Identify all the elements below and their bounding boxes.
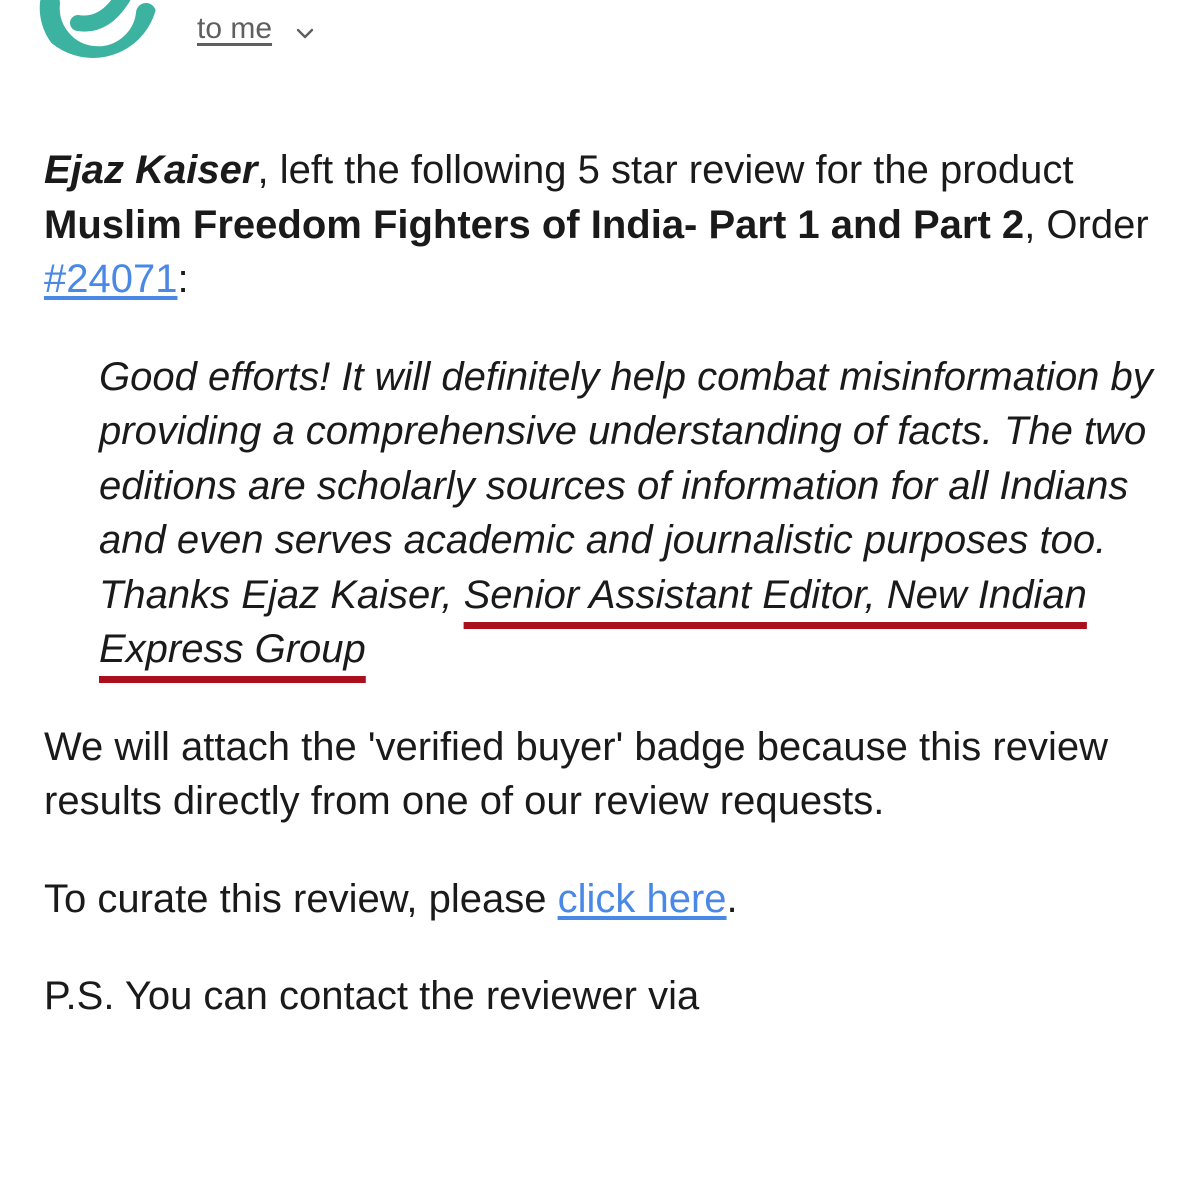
intro-text-end: : (177, 257, 189, 301)
email-body: Ejaz Kaiser, left the following 5 star r… (44, 143, 1164, 1024)
recipient-details-toggle[interactable]: to me (197, 10, 314, 48)
review-quote: Good efforts! It will definitely help co… (44, 350, 1174, 677)
curate-paragraph: To curate this review, please click here… (44, 872, 1164, 927)
intro-text: , left the following 5 star review for t… (257, 148, 1074, 192)
order-link[interactable]: #24071 (44, 257, 177, 301)
curate-end: . (726, 876, 738, 921)
curate-text: To curate this review, please (44, 876, 558, 921)
verified-buyer-note: We will attach the 'verified buyer' badg… (44, 724, 1108, 824)
ps-paragraph: P.S. You can contact the reviewer via (44, 974, 700, 1018)
curate-link[interactable]: click here (558, 877, 727, 921)
product-name: Muslim Freedom Fighters of India- Part 1… (44, 202, 1025, 247)
store-logo-icon[interactable] (28, 0, 158, 58)
review-intro: Ejaz Kaiser, left the following 5 star r… (44, 143, 1164, 307)
recipient-label: to me (197, 12, 273, 45)
intro-text-order: , Order (1024, 202, 1149, 247)
reviewer-name: Ejaz Kaiser (44, 148, 258, 192)
chevron-down-icon (296, 14, 314, 48)
